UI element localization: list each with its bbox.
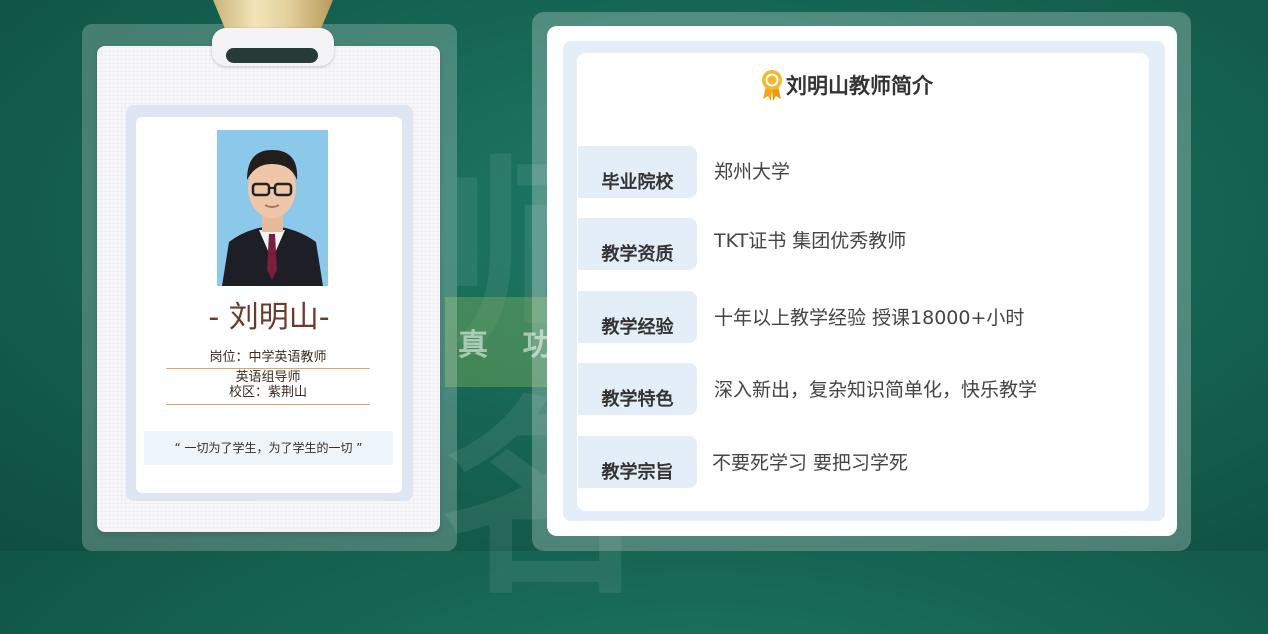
position-line: 岗位：中学英语教师 xyxy=(209,350,327,365)
badge-clip-hole xyxy=(226,48,318,63)
divider xyxy=(166,368,370,369)
row-label-feature: 教学特色 xyxy=(578,363,697,415)
row-label-aim: 教学宗旨 xyxy=(578,436,697,488)
row-value-qualification: TKT证书 集团优秀教师 xyxy=(714,230,907,252)
motto: “ 一切为了学生，为了学生的一切 ” xyxy=(144,431,393,465)
row-value-experience: 十年以上教学经验 授课18000+小时 xyxy=(714,307,1025,329)
row-value-aim: 不要死学习 要把习学死 xyxy=(712,452,909,474)
row-label-school: 毕业院校 xyxy=(578,146,697,198)
medal-icon xyxy=(760,68,784,102)
row-label-qualification: 教学资质 xyxy=(578,218,697,270)
row-value-feature: 深入新出，复杂知识简单化，快乐教学 xyxy=(714,379,1038,401)
teacher-name: - 刘明山- xyxy=(208,300,330,335)
role-line: 英语组导师 xyxy=(235,370,301,385)
teacher-portrait-icon xyxy=(217,130,328,286)
profile-title-text: 刘明山教师简介 xyxy=(786,74,933,98)
teacher-photo xyxy=(217,130,328,286)
row-label-experience: 教学经验 xyxy=(578,291,697,343)
campus-line: 校区：紫荆山 xyxy=(228,385,307,400)
divider xyxy=(166,404,370,405)
row-value-school: 郑州大学 xyxy=(714,161,791,183)
profile-title: 刘明山教师简介 xyxy=(760,68,933,102)
